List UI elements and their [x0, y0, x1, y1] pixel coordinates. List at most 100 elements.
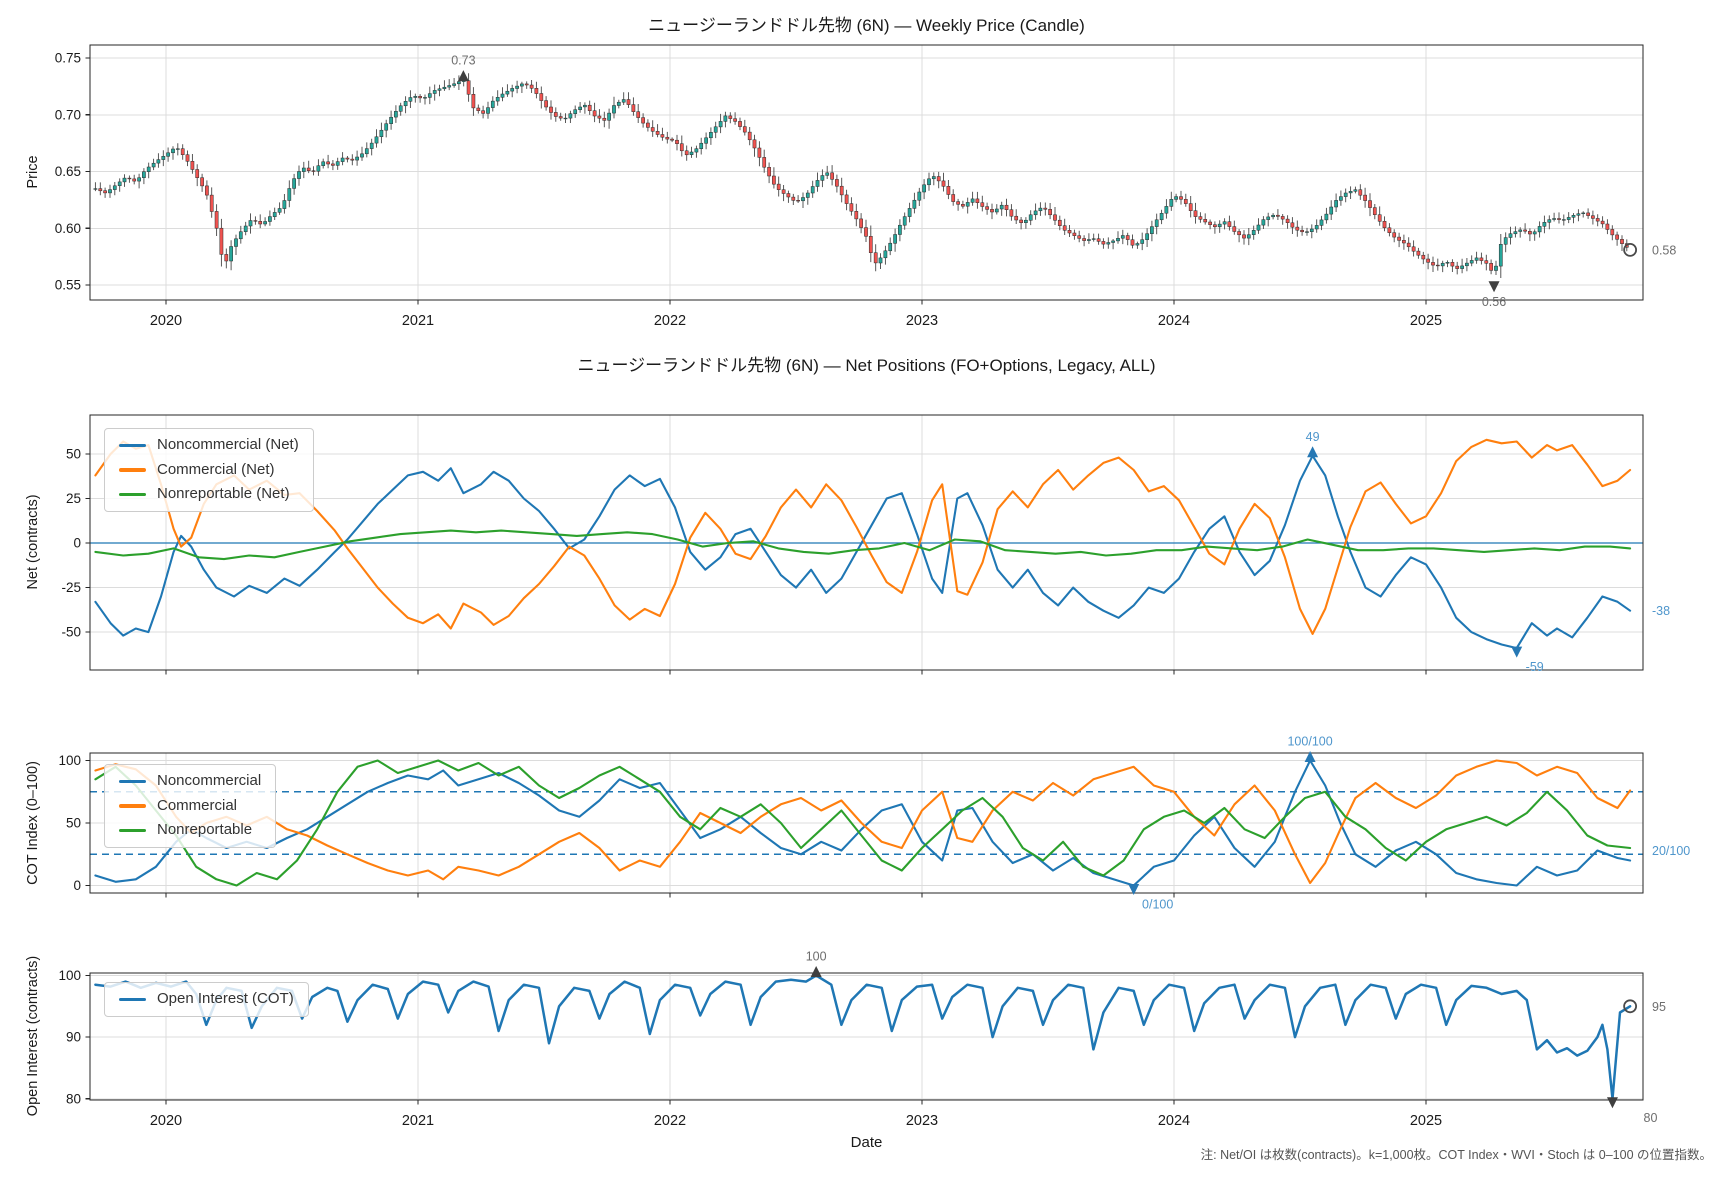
candle-up [356, 157, 359, 160]
candle-up [690, 152, 693, 155]
candle-down [210, 195, 213, 211]
candles [94, 73, 1629, 278]
candle-up [1461, 266, 1464, 269]
candle-up [608, 113, 611, 120]
annotation-label: -59 [1526, 660, 1544, 674]
candle-down [1436, 265, 1439, 266]
candle-up [1175, 197, 1178, 200]
candle-down [1601, 221, 1604, 224]
candle-up [622, 100, 625, 103]
candle-up [1039, 208, 1042, 211]
candle-down [1131, 240, 1134, 246]
legend-item-commercial: Commercial [119, 798, 261, 815]
max-marker-icon [1307, 446, 1318, 457]
candle-up [336, 162, 339, 166]
candle-down [787, 194, 790, 198]
candle-down [1015, 216, 1018, 220]
candle-up [894, 235, 897, 244]
candle-up [113, 186, 116, 190]
candle-down [1451, 262, 1454, 266]
candle-up [1475, 258, 1478, 261]
candle-down [99, 189, 102, 191]
candle-up [564, 118, 567, 119]
candle-up [1514, 232, 1517, 234]
candle-up [714, 127, 717, 133]
y-tick-label: 50 [66, 816, 81, 831]
candle-up [230, 247, 233, 262]
candle-down [554, 112, 557, 116]
candle-up [268, 217, 271, 222]
x-tick-label: 2024 [1158, 313, 1190, 329]
candle-down [351, 159, 354, 160]
candle-down [467, 81, 470, 95]
candle-down [976, 199, 979, 203]
legend-item-nonreportable-net: Nonreportable (Net) [119, 486, 299, 503]
series-line-nonreportable-net [95, 531, 1630, 560]
candle-down [307, 168, 310, 171]
candle-up [612, 106, 615, 114]
candle-down [748, 132, 751, 140]
candle-up [1257, 225, 1260, 230]
last-value-label: 95 [1652, 1000, 1666, 1014]
legend-label: Commercial (Net) [157, 462, 275, 479]
candle-up [1441, 263, 1444, 266]
candle-up [453, 84, 456, 86]
candle-up [433, 90, 436, 93]
y-tick-label: 0.70 [55, 107, 81, 122]
candle-up [288, 189, 291, 201]
candle-down [1058, 220, 1061, 226]
candle-up [516, 86, 519, 88]
candle-up [1538, 226, 1541, 232]
candle-up [1543, 222, 1546, 226]
min-marker-icon [1489, 281, 1500, 292]
candle-up [1494, 266, 1497, 270]
candle-up [705, 138, 708, 144]
candle-down [588, 105, 591, 111]
candle-down [758, 148, 761, 157]
candle-down [646, 123, 649, 127]
candle-up [394, 111, 397, 117]
legend-label: Nonreportable (Net) [157, 486, 290, 503]
candle-down [637, 112, 640, 118]
candle-up [152, 163, 155, 167]
candle-up [380, 130, 383, 137]
candle-down [627, 100, 630, 105]
candle-up [1112, 241, 1115, 243]
candle-down [1068, 230, 1071, 233]
candle-down [729, 116, 732, 119]
candle-down [1616, 235, 1619, 239]
open-interest-legend: Open Interest (COT) [104, 982, 309, 1017]
candle-up [1499, 244, 1502, 266]
candle-up [244, 226, 247, 232]
candle-down [680, 144, 683, 151]
candle-up [1320, 220, 1323, 226]
price-panel-title: ニュージーランドドル先物 (6N) — Weekly Price (Candle… [90, 11, 1643, 36]
candle-up [583, 105, 586, 107]
candle-down [128, 178, 131, 179]
candle-down [1557, 219, 1560, 220]
candle-down [1359, 190, 1362, 196]
candle-up [1165, 206, 1168, 213]
candle-down [661, 135, 664, 138]
candle-down [1078, 236, 1081, 239]
candle-down [331, 164, 334, 166]
candle-up [574, 110, 577, 114]
y-tick-label: -50 [61, 625, 81, 640]
candle-up [423, 97, 426, 98]
candle-up [1553, 219, 1556, 220]
candle-down [1417, 251, 1420, 255]
candle-down [1281, 216, 1284, 219]
candle-up [1116, 238, 1119, 241]
commercial-line-swatch [119, 804, 146, 808]
candle-down [961, 204, 964, 206]
y-tick-label: 25 [66, 491, 81, 506]
candle-down [1194, 211, 1197, 217]
annotation-label: 0/100 [1142, 898, 1173, 912]
candle-down [1010, 210, 1013, 217]
candle-down [1020, 220, 1023, 223]
candle-down [957, 202, 960, 205]
candle-up [995, 209, 998, 212]
candle-up [806, 193, 809, 198]
candle-down [845, 195, 848, 204]
candle-up [1344, 193, 1347, 197]
